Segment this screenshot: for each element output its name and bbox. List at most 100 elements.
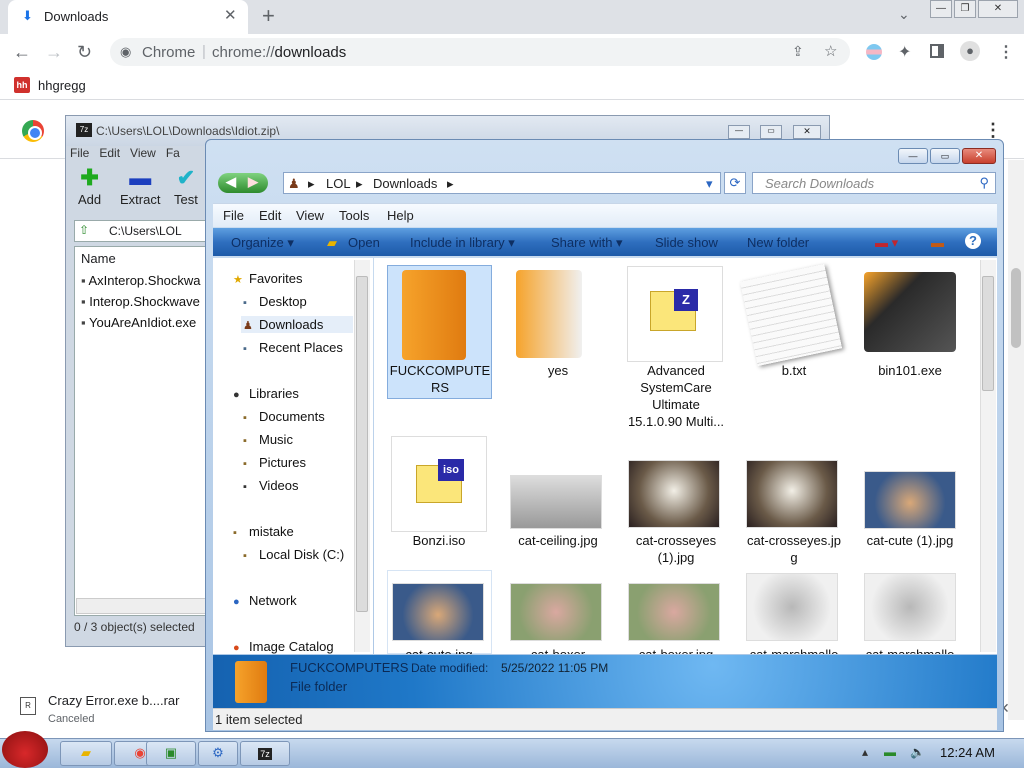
- view-options-icon[interactable]: ▬ ▾: [875, 235, 898, 251]
- nav-pictures[interactable]: ▪ Pictures: [243, 455, 306, 470]
- nav-scroll-thumb[interactable]: [356, 276, 368, 612]
- sz-menu-favorites[interactable]: Fa: [166, 146, 180, 160]
- file-item[interactable]: Bonzi.iso: [387, 532, 491, 549]
- open-button[interactable]: Open: [348, 235, 380, 250]
- reload-button[interactable]: ↻: [77, 42, 92, 63]
- explorer-address-bar[interactable]: ♟ ▸ LOL ▸ Downloads ▸ ▾: [283, 172, 721, 194]
- sevenzip-maximize[interactable]: ▭: [760, 125, 782, 139]
- help-icon[interactable]: ?: [965, 233, 981, 249]
- file-scroll-thumb[interactable]: [982, 276, 994, 391]
- sz-menu-file[interactable]: File: [70, 146, 89, 160]
- include-in-library-button[interactable]: Include in library ▾: [410, 235, 515, 251]
- file-item[interactable]: cat-marshmallo: [742, 646, 846, 654]
- back-forward-buttons[interactable]: ◀ ▶: [218, 173, 268, 193]
- page-scroll-thumb[interactable]: [1011, 268, 1021, 348]
- nav-desktop[interactable]: ▪ Desktop: [243, 294, 307, 309]
- menu-view[interactable]: View: [296, 208, 324, 223]
- share-icon[interactable]: ⇪: [792, 43, 804, 60]
- explorer-maximize[interactable]: ▭: [930, 148, 960, 164]
- nav-documents[interactable]: ▪ Documents: [243, 409, 325, 424]
- column-header-name[interactable]: Name: [81, 251, 116, 266]
- sevenzip-file-list[interactable]: Name AxInterop.Shockwa Interop.Shockwave…: [74, 246, 209, 616]
- extensions-icon[interactable]: ✦: [898, 42, 911, 62]
- explorer-close[interactable]: ✕: [962, 148, 996, 164]
- refresh-icon[interactable]: ⟳: [724, 172, 746, 194]
- organize-button[interactable]: Organize ▾: [231, 235, 294, 251]
- file-item[interactable]: cat-boxer.jpg: [624, 646, 728, 654]
- breadcrumb-lol[interactable]: LOL: [326, 176, 351, 191]
- file-item[interactable]: cat-cute.jpg: [387, 646, 491, 654]
- file-item[interactable]: Advanced SystemCare Ultimate 15.1.0.90 M…: [624, 362, 728, 430]
- nav-network[interactable]: ● Network: [233, 593, 297, 608]
- file-item[interactable]: yes: [506, 362, 610, 379]
- start-button[interactable]: [2, 731, 48, 768]
- page-scrollbar[interactable]: [1008, 160, 1024, 720]
- list-item[interactable]: YouAreAnIdiot.exe: [81, 315, 209, 330]
- file-item[interactable]: cat-crosseyes.jp g: [742, 532, 846, 566]
- close-tab-icon[interactable]: ✕: [224, 6, 237, 24]
- taskbar-control-button[interactable]: ⚙: [198, 741, 238, 766]
- forward-arrow-icon[interactable]: ▶: [248, 174, 258, 190]
- nav-image-catalog[interactable]: ● Image Catalog: [233, 639, 334, 654]
- explorer-search-input[interactable]: Search Downloads ⚲: [752, 172, 996, 194]
- bookmark-star-icon[interactable]: ☆: [824, 42, 837, 60]
- back-button[interactable]: ←: [13, 42, 31, 63]
- address-bar[interactable]: ◉ Chrome | chrome://downloads ⇪ ☆: [110, 38, 850, 66]
- file-item[interactable]: cat-boxer: [506, 646, 610, 654]
- bookmark-hhgregg[interactable]: hhgregg: [38, 78, 86, 93]
- side-panel-icon[interactable]: [930, 44, 944, 58]
- chevron-down-icon[interactable]: ⌄: [898, 6, 910, 23]
- nav-downloads[interactable]: ♟ Downloads: [241, 316, 353, 333]
- sevenzip-hscrollbar[interactable]: [76, 598, 206, 614]
- file-item[interactable]: cat-cute (1).jpg: [858, 532, 962, 549]
- sevenzip-minimize[interactable]: —: [728, 125, 750, 139]
- file-item[interactable]: b.txt: [742, 362, 846, 379]
- close-window-button[interactable]: ✕: [978, 0, 1018, 18]
- sz-test-button[interactable]: ✔ Test: [174, 164, 198, 207]
- up-folder-icon[interactable]: ⇧: [79, 223, 89, 237]
- file-item[interactable]: cat-crosseyes (1).jpg: [624, 532, 728, 566]
- menu-file[interactable]: File: [223, 208, 244, 223]
- file-item[interactable]: cat-ceiling.jpg: [506, 532, 610, 549]
- taskbar-explorer-button[interactable]: ▰: [60, 741, 112, 766]
- search-icon[interactable]: ⚲: [979, 175, 989, 191]
- preview-pane-icon[interactable]: ▬: [931, 235, 944, 250]
- sz-add-button[interactable]: ✚ Add: [78, 164, 101, 207]
- explorer-minimize[interactable]: —: [898, 148, 928, 164]
- sz-menu-view[interactable]: View: [130, 146, 156, 160]
- menu-help[interactable]: Help: [387, 208, 414, 223]
- volume-icon[interactable]: 🔈: [910, 745, 925, 759]
- nav-recent-places[interactable]: ▪ Recent Places: [243, 340, 343, 355]
- restore-button[interactable]: ❐: [954, 0, 976, 18]
- file-item[interactable]: bin101.exe: [858, 362, 962, 379]
- menu-edit[interactable]: Edit: [259, 208, 281, 223]
- nav-favorites[interactable]: ★ Favorites: [233, 271, 302, 286]
- new-tab-button[interactable]: +: [262, 3, 275, 29]
- file-item[interactable]: cat-marshmallo: [858, 646, 962, 654]
- file-item[interactable]: FUCKCOMPUTE RS: [388, 362, 492, 396]
- new-folder-button[interactable]: New folder: [747, 235, 809, 250]
- back-arrow-icon[interactable]: ◀: [226, 174, 236, 190]
- share-with-button[interactable]: Share with ▾: [551, 235, 623, 251]
- sz-menu-edit[interactable]: Edit: [99, 146, 120, 160]
- forward-button[interactable]: →: [45, 42, 63, 63]
- taskbar-7zip-button[interactable]: 7z: [240, 741, 290, 766]
- nav-libraries[interactable]: ● Libraries: [233, 386, 299, 401]
- taskbar-app-button[interactable]: ▣: [146, 741, 196, 766]
- minimize-button[interactable]: —: [930, 0, 952, 18]
- sz-extract-button[interactable]: ▬ Extract: [120, 164, 160, 207]
- menu-kebab-icon[interactable]: ⋮: [998, 42, 1014, 62]
- list-item[interactable]: AxInterop.Shockwa: [81, 273, 209, 288]
- nav-computer[interactable]: ▪ mistake: [233, 524, 294, 539]
- sevenzip-path-bar[interactable]: ⇧ C:\Users\LOL: [74, 220, 209, 242]
- tray-chevron-icon[interactable]: ▴: [862, 745, 868, 759]
- tab-downloads[interactable]: ⬇ Downloads ✕: [8, 0, 248, 34]
- list-item[interactable]: Interop.Shockwave: [81, 294, 209, 309]
- menu-tools[interactable]: Tools: [339, 208, 369, 223]
- nav-music[interactable]: ▪ Music: [243, 432, 293, 447]
- sevenzip-close[interactable]: ✕: [793, 125, 821, 139]
- nav-local-disk[interactable]: ▪ Local Disk (C:): [243, 547, 344, 562]
- battery-icon[interactable]: ▬: [884, 745, 896, 759]
- slide-show-button[interactable]: Slide show: [655, 235, 718, 250]
- downloads-menu-icon[interactable]: ⋮: [984, 120, 1002, 141]
